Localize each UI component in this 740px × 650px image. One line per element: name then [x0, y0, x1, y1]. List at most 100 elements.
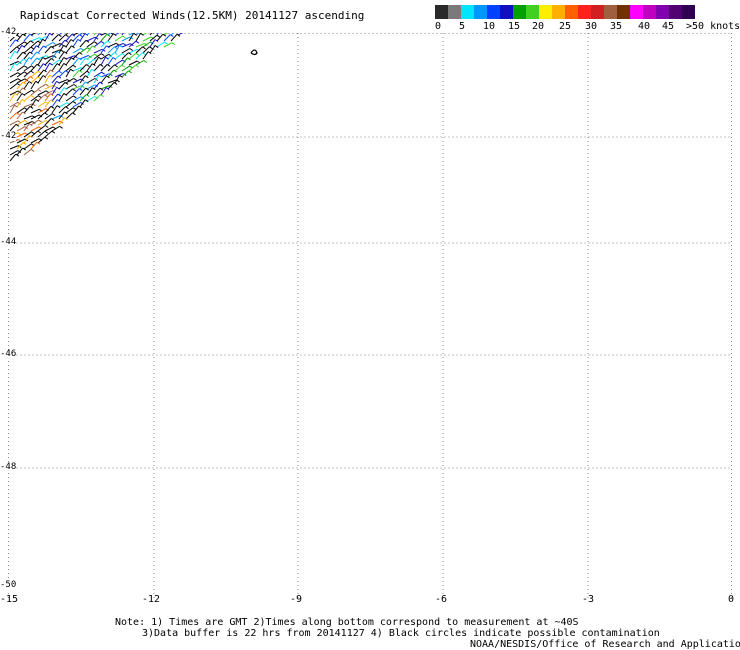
wind-barb	[114, 35, 123, 42]
wind-barb	[23, 143, 32, 150]
legend-color-swatch	[461, 5, 474, 19]
wind-barb-flag	[129, 48, 134, 51]
wind-barb-flag	[107, 40, 111, 44]
wind-barb-flag	[31, 131, 35, 135]
legend-label: 45	[662, 21, 675, 32]
note-line-2: 3)Data buffer is 22 hrs from 20141127 4)…	[142, 628, 660, 639]
legend-color-swatch	[513, 5, 526, 19]
wind-barb-flag	[114, 64, 118, 68]
legend-color-swatch	[591, 5, 604, 19]
wind-barb-flag	[101, 71, 105, 75]
wind-barb-flag	[72, 112, 76, 116]
wind-barb	[65, 77, 74, 84]
wind-barb-flag	[30, 70, 34, 74]
wind-barb-flag	[79, 88, 83, 92]
wind-barb-flag	[100, 94, 104, 98]
wind-barb-flag	[37, 76, 41, 80]
wind-barb-flag	[65, 70, 69, 74]
legend-color-swatch	[643, 5, 656, 19]
wind-barb-flag	[119, 44, 123, 48]
wind-barb	[142, 41, 151, 48]
wind-barb	[30, 126, 40, 132]
legend-unit-label: >50 knots	[686, 21, 740, 32]
x-tick-label: -9	[290, 594, 303, 605]
legend-color-swatch	[539, 5, 552, 19]
wind-barb	[16, 33, 24, 42]
wind-barb	[30, 141, 38, 150]
wind-barb	[16, 65, 25, 72]
wind-barb	[128, 60, 138, 66]
x-tick-label: -3	[582, 594, 595, 605]
wind-barb-flag	[128, 70, 132, 74]
wind-barb-flag	[44, 136, 49, 140]
wind-barb-flag	[44, 130, 49, 134]
wind-barb-flag	[16, 34, 20, 38]
wind-barb-flag	[122, 35, 126, 39]
wind-barb	[23, 94, 32, 102]
wind-barb	[37, 101, 46, 108]
wind-barb-swath	[9, 33, 190, 162]
wind-barb	[44, 99, 51, 108]
y-tick-label: -42	[0, 27, 17, 37]
wind-barb-flag	[38, 119, 42, 123]
legend-label: 30	[585, 21, 598, 32]
wind-barb-flag	[171, 42, 176, 46]
wind-barb	[114, 59, 123, 66]
legend-label: 15	[508, 21, 521, 32]
wind-barb	[86, 53, 95, 60]
wind-barb-flag	[24, 119, 28, 123]
wind-barb	[30, 63, 38, 72]
wind-barb	[9, 123, 17, 132]
wind-barb	[37, 112, 45, 120]
wind-barb	[9, 78, 19, 84]
legend-label: 10	[483, 21, 496, 32]
wind-barb	[37, 120, 47, 126]
wind-barb	[37, 90, 47, 96]
y-tick-label: -46	[0, 349, 17, 359]
legend-color-swatch	[669, 5, 682, 19]
wind-barb	[121, 48, 131, 54]
wind-barb	[44, 105, 52, 114]
wind-barb	[16, 132, 26, 138]
legend-color-swatch	[526, 5, 539, 19]
legend-label: 20	[532, 21, 545, 32]
wind-barb	[37, 125, 46, 132]
x-tick-label: -15	[0, 594, 19, 605]
wind-barb-flag	[24, 71, 28, 75]
wind-barb	[23, 106, 31, 114]
wind-barb-flag	[38, 95, 42, 99]
x-tick-label: -12	[142, 594, 161, 605]
wind-barb	[9, 153, 17, 162]
legend-label: 5	[459, 21, 466, 32]
wind-barb	[16, 111, 23, 120]
wind-barb	[51, 34, 59, 42]
wind-barb-flag	[100, 40, 105, 44]
wind-barb-flag	[149, 46, 153, 50]
wind-barb-flag	[156, 34, 161, 38]
legend-labels: 0 5 10 15 20 25 30 35 40 45 >50 knots	[432, 21, 740, 33]
wind-barb	[142, 36, 152, 42]
wind-barb	[16, 147, 24, 156]
wind-barb-flag	[30, 148, 35, 152]
wind-barb-flag	[135, 40, 140, 44]
wind-barb-flag	[52, 41, 57, 45]
wind-barb-flag	[16, 112, 20, 116]
wind-barb-flag	[51, 113, 56, 117]
wind-barb	[37, 83, 46, 90]
contamination-circle	[250, 49, 258, 56]
wind-barb-flag	[164, 41, 168, 45]
wind-barb	[44, 118, 52, 126]
wind-barb-flag	[56, 80, 60, 84]
wind-barb	[30, 119, 39, 126]
wind-barb	[107, 42, 117, 48]
legend-color-swatch	[604, 5, 617, 19]
wind-barb	[37, 136, 46, 144]
wind-barb-flag	[98, 56, 102, 60]
wind-barb	[121, 33, 124, 36]
wind-barb	[86, 96, 96, 102]
wind-barb	[9, 112, 17, 120]
wind-barb-flag	[45, 83, 49, 87]
wind-barb-flag	[100, 53, 105, 57]
wind-barb-flag	[135, 52, 140, 56]
wind-barb-flag	[17, 132, 22, 136]
